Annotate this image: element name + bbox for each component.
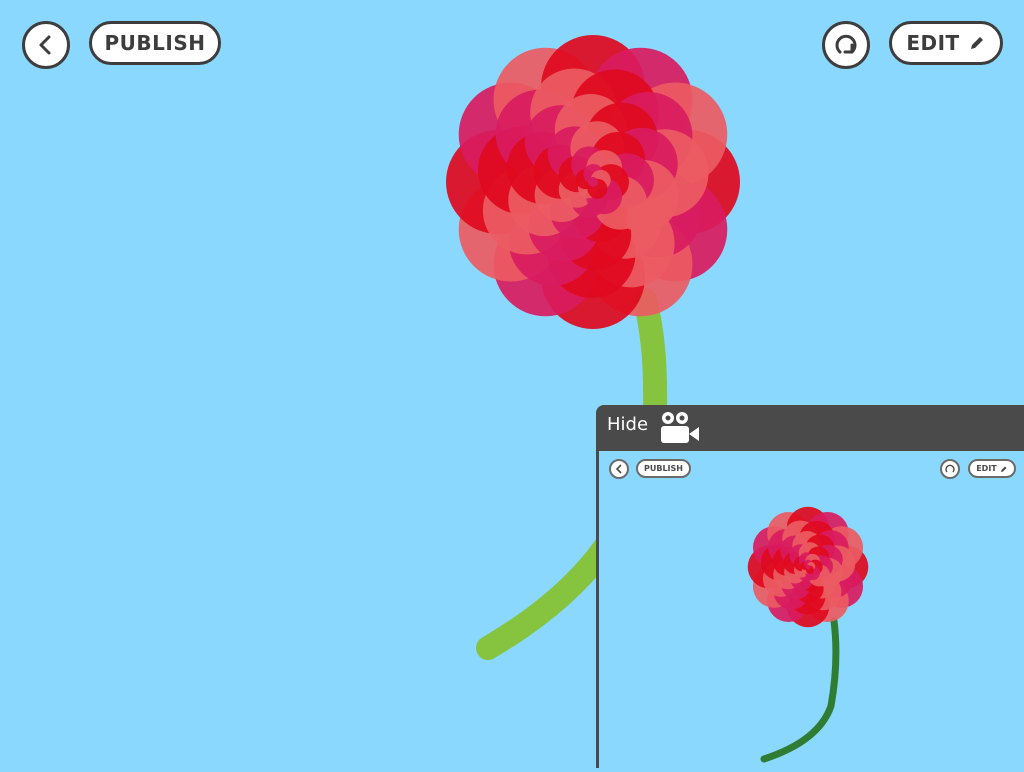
preview-rose xyxy=(747,506,869,628)
preview-stem xyxy=(760,617,840,763)
preview-artwork xyxy=(747,506,869,763)
edit-button[interactable]: EDIT xyxy=(889,21,1003,65)
edit-label: EDIT xyxy=(906,31,960,55)
rose-center xyxy=(588,177,598,187)
preview-restart-icon xyxy=(945,464,955,473)
preview-pencil-icon xyxy=(1000,466,1007,472)
preview-edit-button: EDIT xyxy=(968,459,1016,478)
preview-publish-button: PUBLISH xyxy=(636,459,691,478)
publish-button[interactable]: PUBLISH xyxy=(89,21,221,65)
preview-edit-label: EDIT xyxy=(976,464,997,473)
rose-flower xyxy=(446,35,740,329)
preview-back-button xyxy=(609,459,629,479)
chevron-left-icon xyxy=(39,35,51,55)
video-camera-icon[interactable] xyxy=(658,408,702,446)
recording-panel-header: Hide xyxy=(596,405,1024,449)
preview-chevron-left-icon xyxy=(615,464,622,474)
hide-button[interactable]: Hide xyxy=(607,414,648,435)
preview-screen: PUBLISH EDIT xyxy=(596,449,1024,768)
rose-center xyxy=(805,564,811,570)
preview-publish-label: PUBLISH xyxy=(644,464,683,473)
pencil-icon xyxy=(970,37,983,49)
restart-button[interactable] xyxy=(822,21,870,69)
back-button[interactable] xyxy=(22,21,70,69)
publish-label: PUBLISH xyxy=(104,31,206,55)
recording-panel: Hide PUBLISH EDIT xyxy=(596,405,1024,768)
preview-restart-button xyxy=(940,459,960,479)
restart-icon xyxy=(835,34,857,54)
